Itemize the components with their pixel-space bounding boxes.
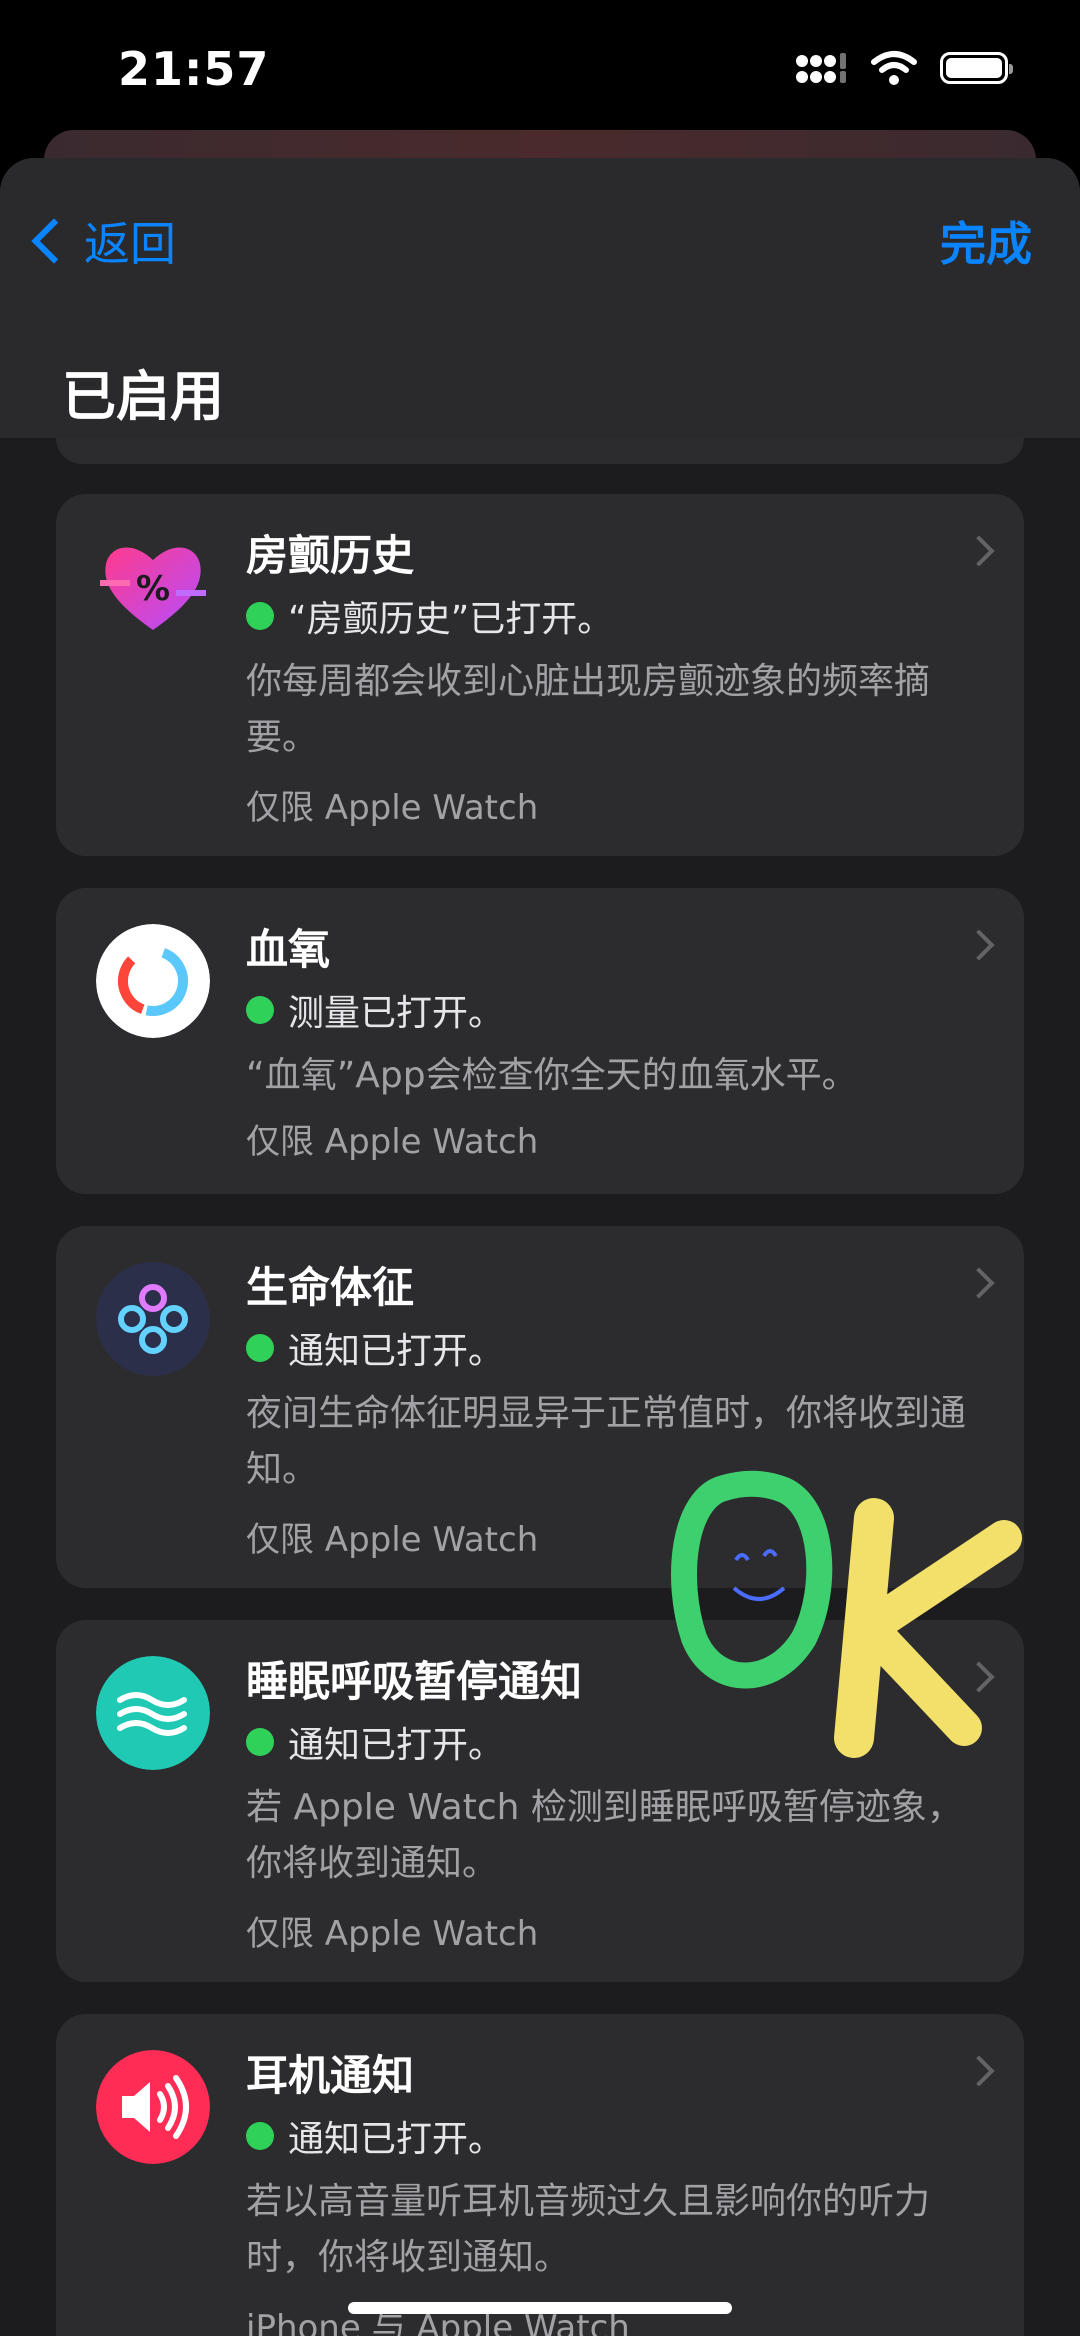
wifi-icon (871, 51, 917, 85)
card-title: 血氧 (246, 925, 331, 974)
card-status: 通知已打开。 (246, 2110, 504, 2162)
back-label: 返回 (84, 217, 176, 271)
cellular-signal-icon (796, 53, 846, 83)
card-footnote: 仅限 Apple Watch (246, 1520, 539, 1560)
card-footnote: 仅限 Apple Watch (246, 1122, 539, 1162)
section-header: 已启用 (0, 314, 1080, 438)
card-blood-oxygen[interactable]: 血氧 测量已打开。 “血氧”App会检查你全天的血氧水平。 仅限 Apple W… (56, 888, 1024, 1194)
status-dot-icon (246, 1334, 274, 1362)
card-headphone-notifications[interactable]: 耳机通知 通知已打开。 若以高音量听耳机音频过久且影响你的听力时，你将收到通知。… (56, 2014, 1024, 2336)
status-dot-icon (246, 2122, 274, 2150)
sleep-apnea-icon (96, 1656, 210, 1770)
status-bar: 21:57 (0, 0, 1080, 130)
svg-text:%: % (136, 569, 170, 609)
done-button[interactable]: 完成 (940, 208, 1032, 274)
card-afib-history[interactable]: % 房颤历史 “房颤历史”已打开。 你每周都会收到心脏出现房颤迹象的频率摘要。 … (56, 494, 1024, 856)
ok-sticker (671, 1470, 1022, 1758)
card-title: 生命体征 (246, 1263, 415, 1312)
chevron-right-icon (963, 535, 995, 567)
back-button[interactable]: 返回 (24, 208, 176, 274)
card-status: 通知已打开。 (246, 1322, 504, 1374)
card-title: 房颤历史 (246, 531, 415, 580)
chevron-right-icon (963, 2055, 995, 2087)
section-title: 已启用 (62, 365, 224, 428)
card-description: 若 Apple Watch 检测到睡眠呼吸暂停迹象，你将收到通知。 (246, 1787, 963, 1884)
vitals-icon (96, 1262, 210, 1376)
status-dot-icon (246, 1728, 274, 1756)
navigation-bar: 返回 完成 (0, 158, 1080, 315)
card-status: “房颤历史”已打开。 (246, 590, 613, 642)
headphone-speaker-icon (96, 2050, 210, 2164)
card-footnote: 仅限 Apple Watch (246, 1914, 539, 1954)
card-title: 耳机通知 (246, 2051, 415, 2100)
settings-sheet: 返回 完成 已启用 % 房颤历史 “房颤历史”已打开。 你每周都会收到心脏出现房… (0, 158, 1080, 2336)
status-dot-icon (246, 602, 274, 630)
blood-oxygen-icon (96, 924, 210, 1038)
card-status: 测量已打开。 (246, 984, 504, 1036)
card-status-text: 通知已打开。 (288, 1331, 505, 1372)
card-status-text: 通知已打开。 (288, 2119, 505, 2160)
card-status-text: 测量已打开。 (288, 993, 505, 1034)
card-title: 睡眠呼吸暂停通知 (246, 1657, 583, 1706)
home-indicator[interactable] (348, 2302, 732, 2314)
card-status-text: 通知已打开。 (288, 1725, 505, 1766)
chevron-left-icon (31, 218, 77, 264)
status-time: 21:57 (118, 42, 270, 96)
card-description: “血氧”App会检查你全天的血氧水平。 (246, 1055, 858, 1096)
card-description: 你每周都会收到心脏出现房颤迹象的频率摘要。 (246, 661, 931, 758)
card-footnote: 仅限 Apple Watch (246, 788, 539, 828)
status-dot-icon (246, 996, 274, 1024)
chevron-right-icon (963, 929, 995, 961)
card-status: 通知已打开。 (246, 1716, 504, 1768)
card-status-text: “房颤历史”已打开。 (288, 599, 614, 640)
status-icons (794, 50, 1013, 86)
previous-card-edge (56, 438, 1024, 464)
afib-history-heart-icon: % (100, 547, 206, 630)
battery-icon (940, 52, 1013, 84)
chevron-right-icon (963, 1267, 995, 1299)
card-description: 若以高音量听耳机音频过久且影响你的听力时，你将收到通知。 (246, 2181, 931, 2278)
